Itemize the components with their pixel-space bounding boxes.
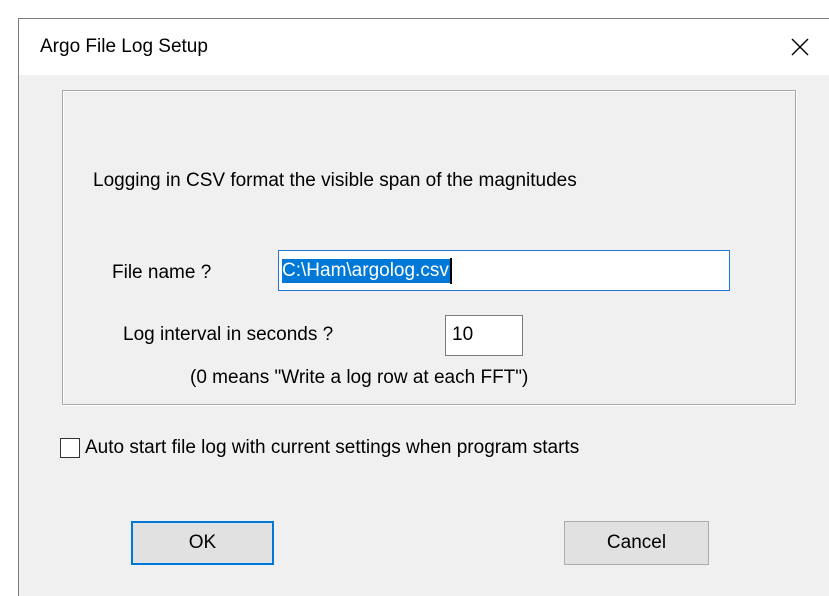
window-border-left xyxy=(18,18,19,596)
close-icon xyxy=(791,38,809,56)
ok-button[interactable]: OK xyxy=(131,521,274,565)
filename-selected-text: C:\Ham\argolog.csv xyxy=(282,259,450,283)
autostart-checkbox[interactable] xyxy=(60,438,80,458)
settings-group-box: Logging in CSV format the visible span o… xyxy=(62,90,796,405)
interval-value: 10 xyxy=(452,324,474,345)
filename-input[interactable]: C:\Ham\argolog.csv xyxy=(278,250,730,291)
window-border-top xyxy=(18,18,829,19)
autostart-label[interactable]: Auto start file log with current setting… xyxy=(85,436,579,460)
filename-label: File name ? xyxy=(112,262,212,283)
text-caret xyxy=(450,258,452,284)
close-button[interactable] xyxy=(771,19,829,75)
dialog-window: Argo File Log Setup Logging in CSV forma… xyxy=(18,18,829,596)
interval-input[interactable]: 10 xyxy=(445,315,523,356)
title-bar[interactable]: Argo File Log Setup xyxy=(19,19,829,75)
cancel-button[interactable]: Cancel xyxy=(564,521,709,565)
window-title: Argo File Log Setup xyxy=(40,36,208,57)
interval-label: Log interval in seconds ? xyxy=(123,324,334,345)
interval-note: (0 means "Write a log row at each FFT") xyxy=(190,367,529,388)
description-text: Logging in CSV format the visible span o… xyxy=(93,170,577,191)
